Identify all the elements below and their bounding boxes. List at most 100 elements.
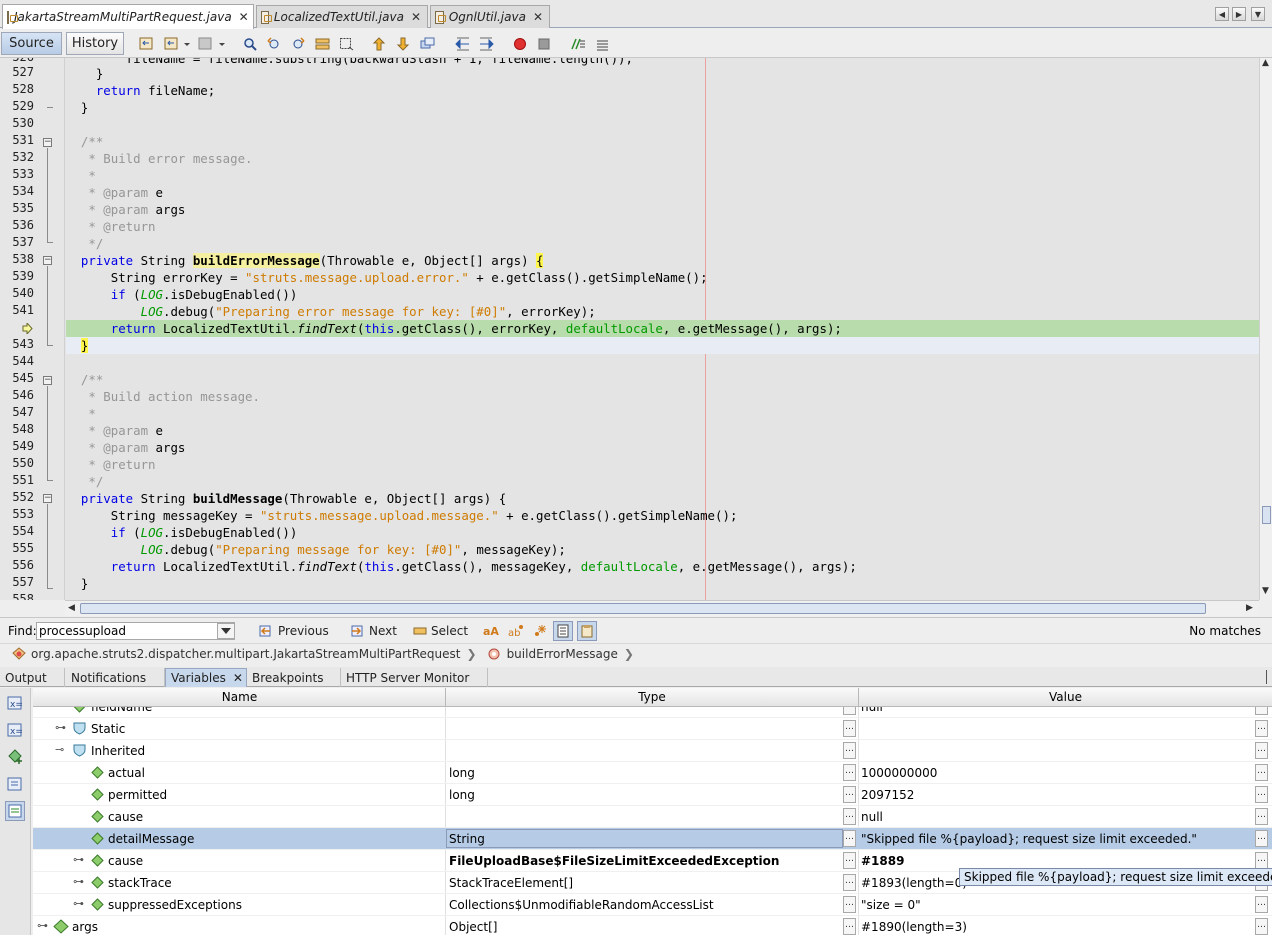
breadcrumb-class[interactable]: org.apache.struts2.dispatcher.multipart.… bbox=[31, 647, 461, 661]
forward-icon[interactable] bbox=[198, 37, 213, 51]
fold-collapse-icon[interactable]: − bbox=[43, 376, 52, 385]
value-edit-button[interactable]: … bbox=[1255, 786, 1268, 803]
find-next-icon[interactable] bbox=[291, 37, 306, 51]
forward-dropdown-icon[interactable] bbox=[218, 37, 226, 51]
code-editor[interactable]: 526 527 528 529 530 531 532 533 534 535 … bbox=[0, 58, 1259, 600]
close-tab-icon[interactable]: ✕ bbox=[533, 10, 543, 24]
next-bookmark-icon[interactable] bbox=[396, 37, 411, 51]
previous-bookmark-icon[interactable] bbox=[372, 37, 387, 51]
start-macro-recording-icon[interactable] bbox=[513, 37, 528, 51]
find-input[interactable] bbox=[36, 622, 235, 640]
tab-notifications[interactable]: Notifications bbox=[66, 668, 165, 687]
expand-icon[interactable]: ⊶ bbox=[55, 721, 66, 734]
value-edit-button[interactable]: … bbox=[1255, 808, 1268, 825]
toggle-highlight-search-icon[interactable] bbox=[315, 37, 330, 51]
type-edit-button[interactable]: … bbox=[843, 918, 856, 935]
column-header-name[interactable]: Name bbox=[33, 690, 446, 704]
expand-icon[interactable]: ⊶ bbox=[73, 853, 84, 866]
scroll-tabs-right-icon[interactable]: ▶ bbox=[1232, 7, 1246, 21]
toggle-bookmark-icon[interactable] bbox=[420, 37, 435, 51]
tab-output[interactable]: Output bbox=[0, 668, 65, 687]
shift-line-left-icon[interactable] bbox=[455, 37, 470, 51]
type-edit-button[interactable]: … bbox=[843, 720, 856, 737]
type-edit-button[interactable]: … bbox=[843, 808, 856, 825]
value-edit-button[interactable]: … bbox=[1255, 830, 1268, 847]
type-edit-button[interactable]: … bbox=[843, 707, 856, 715]
back-icon[interactable] bbox=[164, 37, 179, 51]
value-edit-button[interactable]: … bbox=[1255, 918, 1268, 935]
match-case-toggle[interactable]: aA bbox=[483, 622, 499, 640]
tab-variables[interactable]: Variables ✕ bbox=[165, 668, 247, 687]
scroll-up-icon[interactable]: ▲ bbox=[1262, 58, 1269, 68]
type-edit-button[interactable]: … bbox=[843, 830, 856, 847]
value-edit-button[interactable]: … bbox=[1255, 720, 1268, 737]
find-previous-button[interactable]: Previous bbox=[258, 622, 329, 640]
value-edit-button[interactable]: … bbox=[1255, 852, 1268, 869]
editor-horizontal-scrollbar[interactable]: ◀ ▶ bbox=[65, 600, 1259, 616]
toggle-rectangular-selection-icon[interactable] bbox=[339, 37, 354, 51]
whole-words-toggle[interactable]: ab bbox=[508, 622, 524, 640]
scroll-tabs-left-icon[interactable]: ◀ bbox=[1215, 7, 1229, 21]
find-selection-icon[interactable] bbox=[243, 37, 258, 51]
column-header-value[interactable]: Value bbox=[859, 690, 1272, 704]
evaluate-expression-icon[interactable]: x= bbox=[5, 693, 25, 713]
scroll-right-icon[interactable]: ▶ bbox=[1246, 603, 1253, 613]
show-inherited-icon[interactable] bbox=[5, 774, 25, 794]
type-edit-button[interactable]: … bbox=[843, 896, 856, 913]
tab-http-server-monitor[interactable]: HTTP Server Monitor bbox=[341, 668, 488, 687]
find-next-button[interactable]: Next bbox=[350, 622, 397, 640]
type-edit-button[interactable]: … bbox=[843, 786, 856, 803]
line-number-gutter[interactable]: 526 527 528 529 530 531 532 533 534 535 … bbox=[0, 58, 65, 600]
last-edit-icon[interactable] bbox=[139, 37, 154, 51]
type-edit-button[interactable]: … bbox=[843, 874, 856, 891]
stop-macro-recording-icon[interactable] bbox=[537, 37, 552, 51]
scroll-left-icon[interactable]: ◀ bbox=[68, 603, 75, 613]
table-row-selected[interactable]: detailMessage String "Skipped file %{pay… bbox=[33, 828, 1272, 850]
fold-collapse-icon[interactable]: − bbox=[43, 256, 52, 265]
file-tab-ognlutil[interactable]: OgnlUtil.java ✕ bbox=[430, 5, 550, 28]
scrollbar-thumb[interactable] bbox=[80, 603, 1206, 614]
expand-icon[interactable]: ⊶ bbox=[73, 875, 84, 888]
scroll-down-icon[interactable]: ▼ bbox=[1262, 586, 1269, 596]
new-watch-icon[interactable] bbox=[5, 747, 25, 767]
table-row[interactable]: ⊶ suppressedExceptions Collections$Unmod… bbox=[33, 894, 1272, 916]
comment-icon[interactable] bbox=[571, 37, 586, 51]
back-dropdown-icon[interactable] bbox=[183, 37, 191, 51]
breadcrumb-method[interactable]: buildErrorMessage bbox=[507, 647, 618, 661]
table-row[interactable]: ⊶ Static … … bbox=[33, 718, 1272, 740]
scrollbar-thumb[interactable] bbox=[1262, 506, 1271, 524]
show-open-documents-icon[interactable]: ▼ bbox=[1251, 7, 1265, 21]
type-edit-button[interactable]: … bbox=[843, 742, 856, 759]
history-button[interactable]: History bbox=[66, 32, 124, 55]
wrap-around-toggle[interactable] bbox=[577, 621, 597, 641]
column-header-type[interactable]: Type bbox=[446, 690, 858, 704]
variables-table[interactable]: fieldName null … … ⊶ Static … … ⊸ Inheri… bbox=[33, 707, 1272, 935]
value-edit-button[interactable]: … bbox=[1255, 707, 1268, 715]
fold-collapse-icon[interactable]: − bbox=[43, 138, 52, 147]
editor-vertical-scrollbar[interactable]: ▲ ▼ bbox=[1259, 58, 1272, 600]
table-row[interactable]: ⊸ Inherited … … bbox=[33, 740, 1272, 762]
value-edit-button[interactable]: … bbox=[1255, 764, 1268, 781]
expand-icon[interactable]: ⊶ bbox=[73, 897, 84, 910]
find-select-button[interactable]: Select bbox=[413, 622, 468, 640]
find-history-dropdown-icon[interactable] bbox=[217, 623, 235, 639]
file-tab-jakartastreammultipartrequest[interactable]: JakartaStreamMultiPartRequest.java ✕ bbox=[2, 4, 254, 29]
tab-breakpoints[interactable]: Breakpoints bbox=[247, 668, 341, 687]
uncomment-icon[interactable] bbox=[595, 37, 610, 51]
show-static-icon[interactable]: x= bbox=[5, 720, 25, 740]
value-edit-button[interactable]: … bbox=[1255, 896, 1268, 913]
fold-collapse-icon[interactable]: − bbox=[43, 494, 52, 503]
type-edit-button[interactable]: … bbox=[843, 852, 856, 869]
shift-line-right-icon[interactable] bbox=[479, 37, 494, 51]
close-tab-icon[interactable]: ✕ bbox=[239, 10, 249, 24]
table-row[interactable]: fieldName null … … bbox=[33, 707, 1272, 718]
panel-restore-icon[interactable] bbox=[1266, 670, 1268, 684]
table-row[interactable]: ⊶ args Object[] #1890(length=3) … … bbox=[33, 916, 1272, 935]
table-row[interactable]: cause null … … bbox=[33, 806, 1272, 828]
highlight-results-toggle[interactable] bbox=[553, 621, 573, 641]
show-classes-icon[interactable] bbox=[5, 801, 25, 821]
table-row[interactable]: actual long 1000000000 … … bbox=[33, 762, 1272, 784]
file-tab-localizedtextutil[interactable]: LocalizedTextUtil.java ✕ bbox=[256, 5, 428, 28]
type-edit-button[interactable]: … bbox=[843, 764, 856, 781]
collapse-icon[interactable]: ⊸ bbox=[55, 743, 64, 756]
